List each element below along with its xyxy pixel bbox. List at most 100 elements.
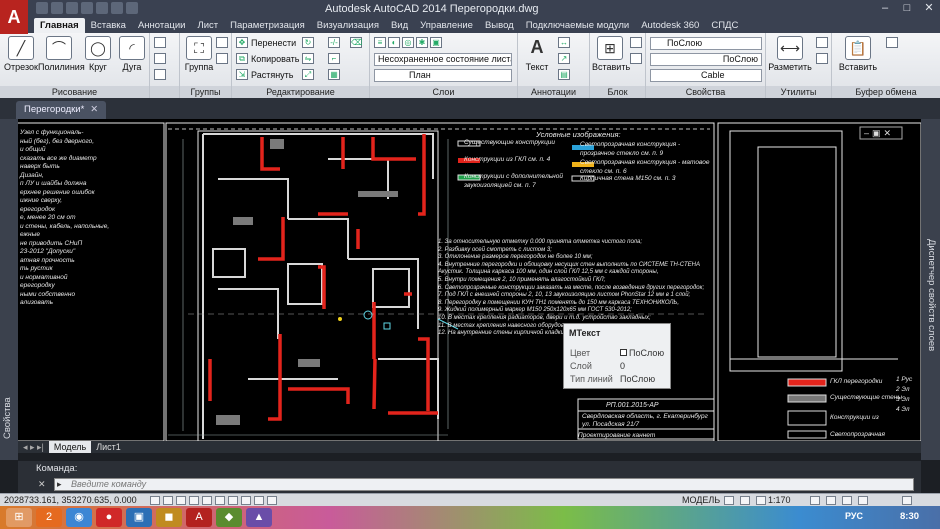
maximize-icon[interactable]: □ <box>896 0 918 16</box>
language-indicator[interactable]: РУС <box>845 511 863 521</box>
application-menu-button[interactable]: A <box>0 0 28 34</box>
copy-clip-tool[interactable] <box>886 37 898 48</box>
tab-render[interactable]: Визуализация <box>311 18 385 33</box>
measure-button[interactable]: ⟷ Разметить <box>768 36 812 72</box>
tab-spds[interactable]: СПДС <box>705 18 744 33</box>
properties-palette-collapsed[interactable]: Свойства <box>0 119 18 460</box>
fillet-button[interactable]: ⌐ <box>328 53 340 64</box>
select-all-tool[interactable] <box>816 53 828 64</box>
save-as-icon[interactable] <box>81 2 93 14</box>
tab-sheet1[interactable]: Лист1 <box>91 441 126 453</box>
dimension-tool[interactable]: ↔ <box>558 37 570 48</box>
quick-view-layouts-icon[interactable] <box>724 496 734 505</box>
layer-freeze-icon[interactable]: ✱ <box>416 37 428 48</box>
tab-manage[interactable]: Управление <box>414 18 479 33</box>
group-edit-tool[interactable] <box>216 53 228 64</box>
3d-osnap-icon[interactable] <box>215 496 225 505</box>
rectangle-tool[interactable] <box>154 37 166 48</box>
taskbar-app-5[interactable]: ◼ <box>156 508 182 527</box>
trim-button[interactable]: -/- <box>328 37 340 48</box>
groups-group-title[interactable]: Группы <box>180 86 231 98</box>
tab-autodesk-360[interactable]: Autodesk 360 <box>635 18 705 33</box>
layer-off-icon[interactable]: ◐ <box>388 37 400 48</box>
grid-display-icon[interactable] <box>163 496 173 505</box>
redo-icon[interactable] <box>126 2 138 14</box>
tab-nav-arrows[interactable]: ◂ ▸ ▸| <box>18 441 49 453</box>
rotate-button[interactable]: ↻ <box>302 37 314 48</box>
lineweight-combo[interactable]: Cable <box>650 69 762 82</box>
region-tool[interactable] <box>154 69 166 80</box>
polar-tracking-icon[interactable] <box>189 496 199 505</box>
layer-combo[interactable]: План <box>374 69 512 82</box>
close-icon[interactable]: ✕ <box>918 0 940 16</box>
group-tool-button[interactable]: ⛶ Группа <box>182 36 216 72</box>
circle-tool-button[interactable]: ◯ Круг <box>82 36 114 72</box>
block-group-title[interactable]: Блок <box>590 86 645 98</box>
annotation-scale[interactable]: 1:170 <box>768 495 791 505</box>
text-tool-button[interactable]: A Текст <box>520 36 554 72</box>
tab-view[interactable]: Вид <box>385 18 414 33</box>
move-button[interactable]: ✥ Перенести <box>236 37 296 48</box>
plot-icon[interactable] <box>96 2 108 14</box>
layers-group-title[interactable]: Слои <box>370 86 517 98</box>
layer-properties-palette-collapsed[interactable]: Диспетчер свойств слоев <box>921 119 940 460</box>
tab-plugins[interactable]: Подключаемые модули <box>520 18 636 33</box>
taskbar-app-2[interactable]: ◉ <box>66 508 92 527</box>
paste-button[interactable]: 📋 Вставить <box>838 36 878 72</box>
start-button[interactable]: ⊞ <box>6 508 32 527</box>
taskbar-app-1[interactable]: 2 <box>36 508 62 527</box>
utilities-group-title[interactable]: Утилиты <box>766 86 831 98</box>
open-file-icon[interactable] <box>51 2 63 14</box>
object-tracking-icon[interactable] <box>228 496 238 505</box>
quick-select-tool[interactable] <box>816 37 828 48</box>
mirror-button[interactable]: ⇋ <box>302 53 314 64</box>
tab-parametric[interactable]: Параметризация <box>224 18 311 33</box>
tab-model[interactable]: Модель <box>48 441 92 453</box>
new-file-icon[interactable] <box>36 2 48 14</box>
create-block-tool[interactable] <box>630 37 642 48</box>
scale-button[interactable]: ⤢ <box>302 69 314 80</box>
array-button[interactable]: ▦ <box>328 69 340 80</box>
drawing-area[interactable]: Узел с функциональ-ный (бег), без дверно… <box>18 119 921 441</box>
isolate-objects-icon[interactable] <box>858 496 868 505</box>
linetype-combo[interactable]: ПоСлою <box>650 53 762 66</box>
taskbar-app-7[interactable]: ◆ <box>216 508 242 527</box>
minimize-icon[interactable]: – <box>874 0 896 16</box>
layer-state-combo[interactable]: Несохраненное состояние листа <box>374 53 512 66</box>
hatch-tool[interactable] <box>154 53 166 64</box>
snap-mode-icon[interactable] <box>150 496 160 505</box>
layer-properties-icon[interactable]: ≡ <box>374 37 386 48</box>
command-input[interactable]: ▸ Введите команду <box>54 478 914 491</box>
taskbar-app-4[interactable]: ▣ <box>126 508 152 527</box>
table-tool[interactable]: ▤ <box>558 69 570 80</box>
layer-isolate-icon[interactable]: ◎ <box>402 37 414 48</box>
line-tool-button[interactable]: ╱ Отрезок <box>2 36 40 72</box>
object-snap-icon[interactable] <box>202 496 212 505</box>
tab-annotate[interactable]: Аннотации <box>132 18 192 33</box>
viewport-close-icon[interactable]: ✕ <box>884 128 895 138</box>
annotation-scale-icon[interactable] <box>756 496 766 505</box>
taskbar-autocad[interactable]: A <box>186 508 212 527</box>
dynamic-input-icon[interactable] <box>254 496 264 505</box>
leader-tool[interactable]: ↗ <box>558 53 570 64</box>
tab-output[interactable]: Вывод <box>479 18 520 33</box>
quick-view-drawings-icon[interactable] <box>740 496 750 505</box>
copy-button[interactable]: ⧉ Копировать <box>236 53 299 64</box>
hardware-acceleration-icon[interactable] <box>842 496 852 505</box>
tab-layout[interactable]: Лист <box>191 18 224 33</box>
color-combo[interactable]: ПоСлою <box>650 37 762 50</box>
clipboard-group-title[interactable]: Буфер обмена <box>832 86 940 98</box>
save-icon[interactable] <box>66 2 78 14</box>
lock-ui-icon[interactable] <box>826 496 836 505</box>
draw-group-title[interactable]: Рисование <box>0 86 149 98</box>
clean-screen-icon[interactable] <box>902 496 912 505</box>
ortho-mode-icon[interactable] <box>176 496 186 505</box>
taskbar-app-3[interactable]: ● <box>96 508 122 527</box>
arc-tool-button[interactable]: ◜ Дуга <box>116 36 148 72</box>
layer-lock-icon[interactable]: ▣ <box>430 37 442 48</box>
system-clock[interactable]: 8:30 <box>900 511 919 522</box>
undo-icon[interactable] <box>111 2 123 14</box>
annotation-group-title[interactable]: Аннотации <box>518 86 589 98</box>
model-space-toggle[interactable]: МОДЕЛЬ <box>682 495 720 505</box>
dynamic-ucs-icon[interactable] <box>241 496 251 505</box>
